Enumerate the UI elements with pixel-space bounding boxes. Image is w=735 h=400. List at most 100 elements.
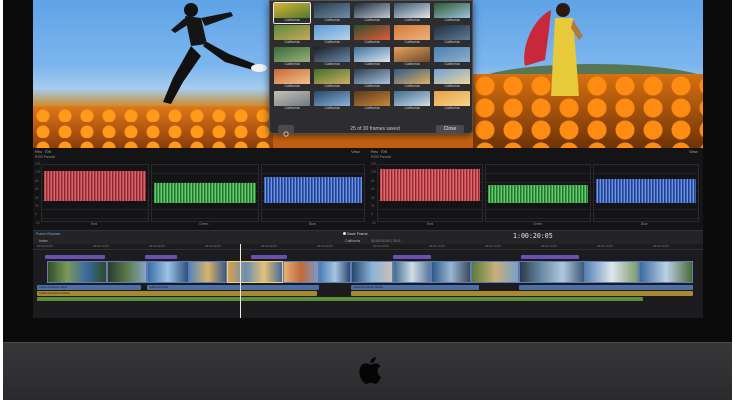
frame-thumbnail[interactable]: California bbox=[394, 47, 430, 67]
gear-button[interactable] bbox=[278, 125, 294, 137]
audio-clip[interactable] bbox=[519, 285, 693, 290]
frame-thumbnail[interactable]: California bbox=[434, 3, 470, 23]
frame-thumbnail-image bbox=[394, 69, 430, 84]
axis-tick-label: 0 bbox=[371, 212, 373, 217]
video-clip[interactable] bbox=[283, 261, 319, 283]
frame-thumbnail[interactable]: California bbox=[434, 25, 470, 45]
audio-clip[interactable]: California Ambient Music bbox=[37, 291, 317, 296]
video-clip[interactable] bbox=[393, 261, 431, 283]
frame-thumbnail[interactable]: California bbox=[394, 69, 430, 89]
video-clip[interactable] bbox=[319, 261, 351, 283]
frame-thumbnail-caption: California bbox=[434, 62, 470, 67]
save-frame-button[interactable]: Save Frame bbox=[343, 232, 368, 236]
video-clip[interactable] bbox=[639, 261, 693, 283]
scope-view-menu[interactable]: View bbox=[351, 149, 360, 154]
frame-thumbnail[interactable]: California bbox=[394, 25, 430, 45]
scope-left: Rec. 709 View RGB Parade 120 100 80 60 40 20 0… bbox=[33, 148, 368, 230]
video-clip[interactable] bbox=[147, 261, 189, 283]
ruler-tick-label: 00:00:50:00 bbox=[317, 244, 333, 248]
frame-thumbnail-image bbox=[394, 91, 430, 106]
audio-clip[interactable]: California Drive bbox=[147, 285, 319, 290]
audio-clip[interactable] bbox=[351, 291, 693, 296]
axis-tick-label: 100 bbox=[35, 170, 41, 175]
frame-thumbnail-image bbox=[354, 47, 390, 62]
video-clip[interactable] bbox=[47, 261, 107, 283]
playhead[interactable] bbox=[240, 244, 241, 318]
video-clip[interactable] bbox=[431, 261, 471, 283]
frame-thumbnail[interactable]: California bbox=[394, 3, 430, 23]
frame-thumbnail[interactable]: California bbox=[273, 2, 311, 24]
frame-thumbnail-image bbox=[314, 69, 350, 84]
gear-icon bbox=[283, 131, 289, 137]
frame-thumbnail[interactable]: California bbox=[314, 69, 350, 89]
channel-label-green: Green bbox=[533, 222, 543, 226]
frame-thumbnail[interactable]: California bbox=[354, 69, 390, 89]
title-clip[interactable] bbox=[251, 255, 287, 259]
frame-thumbnail[interactable]: California bbox=[314, 91, 350, 111]
frame-thumbnail[interactable]: California bbox=[354, 25, 390, 45]
frame-thumbnail-caption: California bbox=[274, 40, 310, 45]
video-clip[interactable] bbox=[107, 261, 147, 283]
ruler-tick-label: 00:01:00:00 bbox=[373, 244, 389, 248]
timeline-ruler[interactable]: 00:00:00:00 00:00:10:00 00:00:20:00 00:00:3… bbox=[33, 244, 703, 250]
frame-thumbnail-image bbox=[314, 25, 350, 40]
scope-title: Rec. 709 bbox=[371, 149, 388, 154]
frame-thumbnail-caption: California bbox=[314, 62, 350, 67]
frame-thumbnail[interactable]: California bbox=[314, 3, 350, 23]
video-clip[interactable] bbox=[189, 261, 227, 283]
viewer[interactable]: California California California California… bbox=[33, 0, 703, 148]
frame-browser-popup: California California California California… bbox=[269, 0, 473, 137]
video-clip[interactable] bbox=[585, 261, 639, 283]
frame-thumbnail-image bbox=[394, 47, 430, 62]
frame-thumbnail[interactable]: California bbox=[274, 69, 310, 89]
frame-thumbnail[interactable]: California bbox=[434, 91, 470, 111]
channel-label-red: Red bbox=[427, 222, 434, 226]
index-button[interactable]: Index bbox=[39, 239, 48, 243]
audio-clip[interactable]: California Desert Wind bbox=[37, 285, 141, 290]
scope-type: RGB Parade bbox=[35, 155, 56, 159]
frame-browser-label[interactable]: Frame Browser bbox=[36, 232, 61, 236]
audio-clip-label: California Drive bbox=[149, 285, 169, 289]
channel-label-blue: Blue bbox=[641, 222, 648, 226]
frame-thumbnail[interactable]: California bbox=[274, 25, 310, 45]
frame-thumbnail[interactable]: California bbox=[314, 47, 350, 67]
axis-tick-label: 80 bbox=[35, 178, 39, 183]
scope-view-menu[interactable]: View bbox=[689, 149, 698, 154]
close-button[interactable]: Close bbox=[436, 125, 464, 133]
frame-thumbnail[interactable]: California bbox=[354, 47, 390, 67]
frame-thumbnail-caption: California bbox=[314, 84, 350, 89]
frame-thumbnail[interactable]: California bbox=[274, 91, 310, 111]
video-clip[interactable] bbox=[351, 261, 393, 283]
title-clip[interactable] bbox=[45, 255, 105, 259]
video-clip[interactable] bbox=[519, 261, 585, 283]
project-duration: 00:00:00:00 / 30:0... bbox=[371, 239, 403, 243]
frame-thumbnail-caption: California bbox=[314, 40, 350, 45]
timeline[interactable]: 00:00:00:00 00:00:10:00 00:00:20:00 00:00:3… bbox=[33, 244, 703, 318]
frame-thumbnail-image bbox=[434, 3, 470, 18]
frame-thumbnail-image bbox=[434, 47, 470, 62]
video-clip[interactable] bbox=[471, 261, 519, 283]
music-track[interactable] bbox=[37, 297, 643, 301]
frame-thumbnail[interactable]: California bbox=[394, 91, 430, 111]
frame-thumbnail[interactable]: California bbox=[434, 47, 470, 67]
title-clip[interactable] bbox=[145, 255, 177, 259]
frame-thumbnail-caption: California bbox=[394, 84, 430, 89]
title-clip[interactable] bbox=[393, 255, 431, 259]
audio-clip[interactable]: California Ocean Waves bbox=[351, 285, 479, 290]
scope-title: Rec. 709 bbox=[35, 149, 52, 154]
poppy-field-left bbox=[33, 106, 273, 148]
axis-tick-label: 20 bbox=[35, 204, 39, 209]
ruler-tick-label: 00:00:40:00 bbox=[261, 244, 277, 248]
video-clip-selected[interactable] bbox=[227, 261, 283, 283]
frame-thumbnail[interactable]: California bbox=[314, 25, 350, 45]
frame-thumbnail[interactable]: California bbox=[354, 91, 390, 111]
title-clip[interactable] bbox=[521, 255, 579, 259]
frame-thumbnail-caption: California bbox=[394, 106, 430, 111]
frame-thumbnail[interactable]: California bbox=[354, 3, 390, 23]
frame-thumbnail[interactable]: California bbox=[434, 69, 470, 89]
audio-clip-label: California Ambient Music bbox=[39, 291, 70, 295]
scope-axis: 120 100 80 60 40 20 0 -20 bbox=[371, 160, 376, 227]
frame-thumbnail-image bbox=[274, 91, 310, 106]
frame-thumbnail[interactable]: California bbox=[274, 47, 310, 67]
timecode-display[interactable]: 1:00:20:05 bbox=[513, 231, 571, 241]
